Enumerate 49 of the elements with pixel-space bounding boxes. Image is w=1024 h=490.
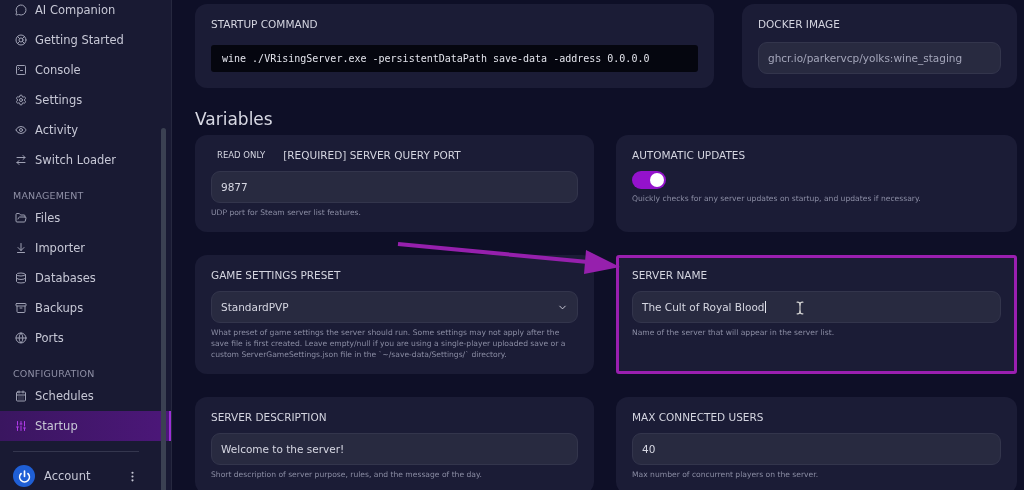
card-label: STARTUP COMMAND	[211, 18, 318, 30]
terminal-icon	[15, 64, 27, 76]
section-heading: MANAGEMENT	[13, 189, 85, 203]
variable-label: MAX CONNECTED USERS	[632, 411, 764, 423]
docker-image-field[interactable]: ghcr.io/parkervcp/yolks:wine_staging	[758, 42, 1001, 74]
input-field[interactable]: The Cult of Royal Blood	[632, 291, 1001, 323]
variable-label: GAME SETTINGS PRESET	[211, 269, 341, 281]
sidebar-item[interactable]: Activity	[0, 115, 171, 145]
sidebar-item[interactable]: Ports	[0, 323, 171, 353]
variable-label: SERVER DESCRIPTION	[211, 411, 327, 423]
input-field[interactable]: Welcome to the server!	[211, 433, 578, 465]
scrollbar[interactable]	[161, 128, 166, 490]
download-icon	[15, 242, 27, 254]
database-icon	[15, 272, 27, 284]
sidebar-item[interactable]: Schedules	[0, 381, 171, 411]
card-label: DOCKER IMAGE	[758, 18, 840, 30]
arrows-icon	[15, 154, 27, 166]
sidebar-item[interactable]: Switch Loader	[0, 145, 171, 175]
calendar-icon	[15, 390, 27, 402]
sidebar-item[interactable]: Backups	[0, 293, 171, 323]
sliders-icon	[15, 420, 27, 432]
sidebar-item[interactable]: Startup	[0, 411, 171, 441]
settings-icon	[15, 94, 27, 106]
account-label[interactable]: Account	[44, 469, 126, 483]
lifebuoy-icon	[15, 34, 27, 46]
sidebar-item[interactable]: Getting Started	[0, 25, 171, 55]
eye-icon	[15, 124, 27, 136]
archive-icon	[15, 302, 27, 314]
toggle-switch[interactable]	[632, 171, 666, 189]
command-text: wine ./VRisingServer.exe -persistentDataPath save-data -address 0.0.0.0	[211, 45, 698, 72]
read-only-label: READ ONLY	[216, 150, 267, 160]
variable-label: AUTOMATIC UPDATES	[632, 149, 746, 161]
variable-label: [REQUIRED] SERVER QUERY PORT	[283, 149, 461, 161]
sidebar-item[interactable]: Databases	[0, 263, 171, 293]
section-heading: CONFIGURATION	[13, 367, 96, 381]
sidebar-item[interactable]: AI Companion	[0, 0, 171, 25]
sidebar-item[interactable]: Files	[0, 203, 171, 233]
avatar	[13, 465, 35, 487]
sidebar-item[interactable]: Importer	[0, 233, 171, 263]
globe-icon	[15, 332, 27, 344]
select-field[interactable]: StandardPVP	[211, 291, 578, 323]
chat-icon	[15, 4, 27, 16]
section-title: Variables	[195, 109, 274, 129]
folder-icon	[15, 212, 27, 224]
input-field[interactable]: 9877	[211, 171, 578, 203]
sidebar-item[interactable]: Console	[0, 55, 171, 85]
sidebar-item[interactable]: Settings	[0, 85, 171, 115]
variable-label: SERVER NAME	[632, 269, 708, 281]
input-field[interactable]: 40	[632, 433, 1001, 465]
